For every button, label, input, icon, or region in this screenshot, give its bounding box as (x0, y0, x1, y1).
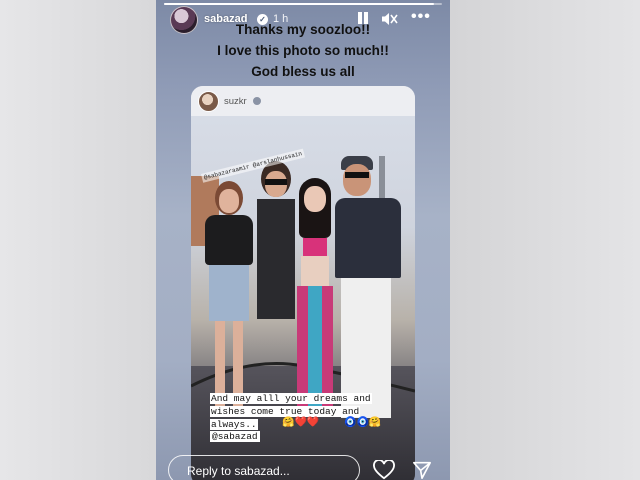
caption-line-3: God bless us all (251, 64, 355, 79)
reshared-verified-icon (253, 97, 261, 105)
story-viewer[interactable]: sabazad ✓ 1 h ••• Thanks my soozloo!! I … (156, 0, 450, 480)
story-progress-bar (164, 3, 442, 5)
reply-input[interactable]: Reply to sabazad... (168, 455, 360, 480)
reshared-post-avatar[interactable] (198, 91, 219, 112)
caption-line-1: Thanks my soozloo!! (235, 22, 371, 37)
send-icon[interactable] (412, 460, 432, 480)
reshared-post-username[interactable]: suzkr (224, 96, 247, 107)
story-progress-fill (164, 3, 434, 5)
reply-placeholder: Reply to sabazad... (187, 464, 290, 478)
emoji-hearts-icon: 🤗❤️❤️ (282, 417, 320, 428)
background-left-blur (0, 0, 156, 480)
emoji-nazar-icon: 🧿🧿🤗 (344, 417, 382, 428)
overlay-line-1: And may alll your dreams and (210, 393, 372, 404)
background-right-blur (450, 0, 640, 480)
heart-icon[interactable] (373, 460, 395, 480)
reshared-post-header: suzkr (191, 86, 415, 116)
person-1-shape (199, 181, 259, 421)
mention-tag[interactable]: @sabazad (210, 431, 260, 442)
caption-line-2: I love this photo so much!! (217, 43, 389, 58)
